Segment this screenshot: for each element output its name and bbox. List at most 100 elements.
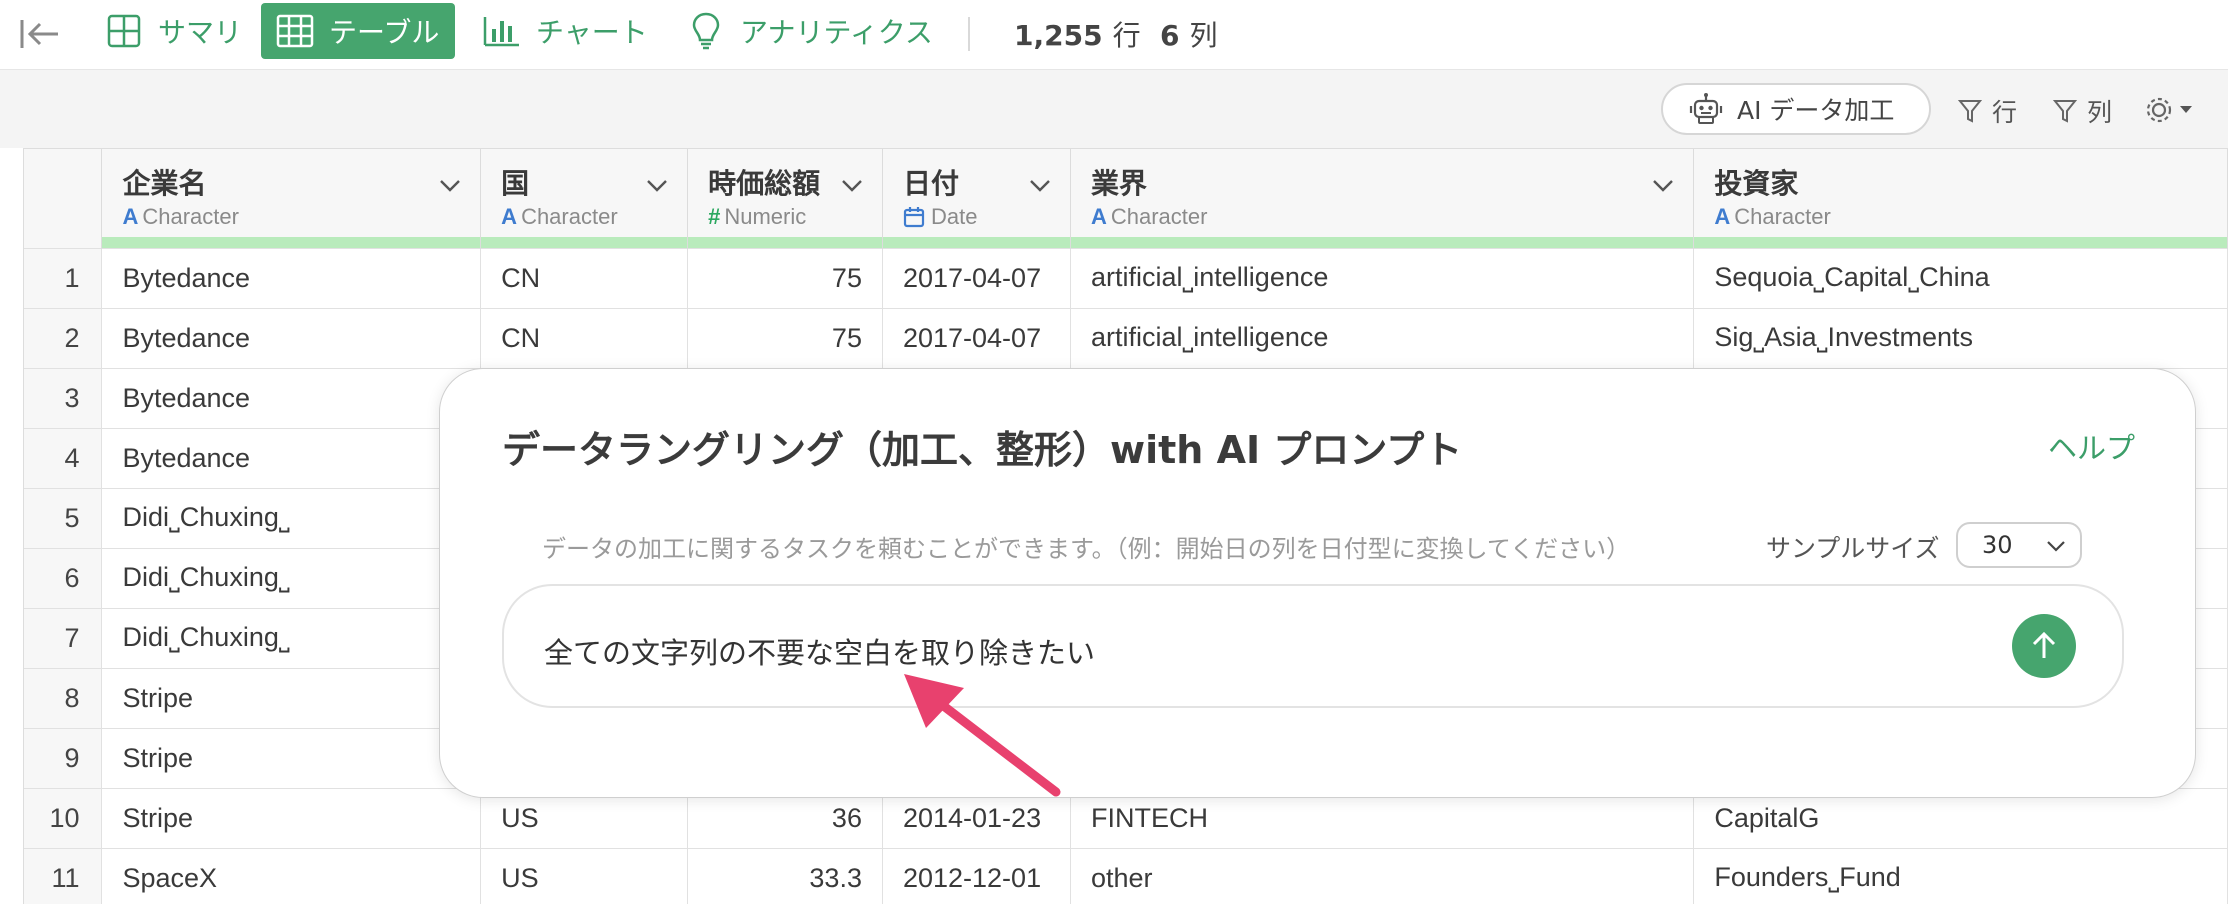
row-number: 1 bbox=[24, 247, 103, 308]
data-quality-bar bbox=[1694, 236, 2227, 248]
column-header-date[interactable]: 日付 Date bbox=[882, 149, 1071, 248]
country-cell[interactable]: CN bbox=[480, 247, 689, 308]
table-row: 1 Bytedance CN 75 2017-04-07 artificial⎵intel… bbox=[24, 247, 2228, 308]
data-quality-bar bbox=[481, 236, 688, 248]
data-quality-bar bbox=[882, 236, 1070, 248]
settings-gear-icon[interactable] bbox=[2144, 94, 2202, 126]
column-name: 企業名 bbox=[122, 168, 207, 199]
tab-label: チャート bbox=[536, 16, 648, 49]
table-outline-icon bbox=[104, 11, 144, 51]
market-cap-cell[interactable]: 75 bbox=[687, 307, 883, 368]
investor-cell[interactable]: Founders⎵Fund bbox=[1693, 847, 2228, 904]
chevron-down-icon[interactable] bbox=[1651, 175, 1675, 195]
column-type-label: Character bbox=[1110, 204, 1208, 229]
column-count-unit: 列 bbox=[1189, 19, 1218, 52]
tab-label: サマリ bbox=[158, 16, 243, 49]
column-count-value: 6 bbox=[1160, 19, 1180, 52]
column-type-label: Date bbox=[930, 204, 978, 229]
company-cell[interactable]: Bytedance bbox=[101, 307, 482, 368]
row-number: 11 bbox=[24, 847, 103, 904]
company-cell[interactable]: Bytedance bbox=[101, 247, 482, 308]
tab-analytics[interactable]: アナリティクス bbox=[672, 3, 945, 59]
industry-cell[interactable]: artificial⎵intelligence bbox=[1070, 247, 1695, 308]
column-type: A Character bbox=[122, 204, 460, 230]
row-number: 7 bbox=[24, 607, 103, 668]
company-cell[interactable]: Didi⎵Chuxing⎵ bbox=[101, 607, 482, 668]
industry-cell[interactable]: artificial⎵intelligence bbox=[1070, 307, 1695, 368]
row-number: 2 bbox=[24, 307, 103, 368]
table-row: 11 SpaceX US 33.3 2012-12-01 other Founders⎵Fu… bbox=[24, 847, 2228, 904]
row-number-header bbox=[24, 149, 103, 248]
country-cell[interactable]: US bbox=[480, 847, 689, 904]
character-type-icon: A bbox=[122, 204, 139, 229]
calendar-icon bbox=[903, 207, 925, 228]
company-cell[interactable]: Didi⎵Chuxing⎵ bbox=[101, 547, 482, 608]
investor-cell[interactable]: Sequoia⎵Capital⎵China bbox=[1693, 247, 2228, 308]
chevron-down-icon[interactable] bbox=[645, 175, 669, 195]
column-type-label: Character bbox=[521, 204, 618, 229]
divider bbox=[968, 17, 970, 51]
column-type: A Character bbox=[1714, 204, 2207, 230]
help-link[interactable]: ヘルプ bbox=[2048, 425, 2135, 467]
arrow-up-icon bbox=[2032, 631, 2056, 658]
date-cell[interactable]: 2017-04-07 bbox=[882, 247, 1071, 308]
filter-icon bbox=[2053, 100, 2077, 123]
column-header-investor[interactable]: 投資家 A Character bbox=[1693, 149, 2228, 248]
top-bar: サマリ テーブル チャート アナリティクス 1,255 行 6列 bbox=[0, 0, 2228, 70]
date-cell[interactable]: 2017-04-07 bbox=[882, 307, 1071, 368]
column-header-industry[interactable]: 業界 A Character bbox=[1070, 149, 1695, 248]
chevron-down-icon[interactable] bbox=[1028, 175, 1052, 195]
lightbulb-icon bbox=[686, 11, 726, 51]
industry-cell[interactable]: other bbox=[1070, 847, 1695, 904]
column-name: 国 bbox=[501, 168, 530, 199]
ai-button-label: AI データ加工 bbox=[1737, 96, 1895, 125]
chevron-down-icon[interactable] bbox=[840, 175, 864, 195]
ai-data-wrangling-button[interactable]: AI データ加工 bbox=[1661, 83, 1931, 135]
column-type: A Character bbox=[1091, 204, 1673, 230]
row-number: 4 bbox=[24, 427, 103, 488]
row-number: 3 bbox=[24, 367, 103, 428]
column-type-label: Character bbox=[142, 204, 239, 229]
character-type-icon: A bbox=[1090, 204, 1107, 229]
column-header-country[interactable]: 国 A Character bbox=[480, 149, 689, 248]
column-header-market-cap[interactable]: 時価総額 # Numeric bbox=[687, 149, 883, 248]
numeric-type-icon: # bbox=[708, 204, 721, 229]
row-number: 9 bbox=[24, 727, 103, 788]
country-cell[interactable]: CN bbox=[480, 307, 689, 368]
send-button[interactable] bbox=[2012, 614, 2076, 678]
chevron-down-icon[interactable] bbox=[438, 175, 462, 195]
data-quality-bar bbox=[1070, 236, 1694, 248]
tab-table[interactable]: テーブル bbox=[261, 3, 455, 59]
table-row: 2 Bytedance CN 75 2017-04-07 artificial⎵intel… bbox=[24, 307, 2228, 368]
column-name: 投資家 bbox=[1714, 168, 1799, 199]
sample-size-select[interactable]: 30 bbox=[1956, 522, 2082, 568]
date-cell[interactable]: 2012-12-01 bbox=[882, 847, 1071, 904]
column-count: 6列 bbox=[1160, 14, 1218, 54]
column-type: # Numeric bbox=[708, 204, 862, 230]
column-name: 時価総額 bbox=[708, 168, 821, 199]
prompt-input[interactable]: 全ての文字列の不要な空白を取り除きたい bbox=[502, 584, 2124, 708]
company-cell[interactable]: Stripe bbox=[101, 667, 482, 728]
company-cell[interactable]: Bytedance bbox=[101, 367, 482, 428]
tab-summary[interactable]: サマリ bbox=[90, 3, 254, 59]
collapse-panel-icon[interactable] bbox=[18, 14, 62, 54]
filter-columns-button[interactable]: 列 bbox=[2053, 93, 2112, 129]
chevron-down-icon bbox=[2047, 541, 2065, 552]
company-cell[interactable]: SpaceX bbox=[101, 847, 482, 904]
market-cap-cell[interactable]: 33.3 bbox=[687, 847, 883, 904]
ai-prompt-dialog: データラングリング（加工、整形）with AI プロンプト ヘルプ データの加工… bbox=[439, 368, 2196, 798]
row-number: 6 bbox=[24, 547, 103, 608]
dialog-description: データの加工に関するタスクを頼むことができます。（例：開始日の列を日付型に変換し… bbox=[542, 535, 1631, 563]
filter-rows-button[interactable]: 行 bbox=[1958, 93, 2017, 129]
filter-rows-label: 行 bbox=[1992, 98, 2018, 127]
column-type-label: Character bbox=[1734, 204, 1831, 229]
tab-chart[interactable]: チャート bbox=[468, 3, 660, 59]
company-cell[interactable]: Stripe bbox=[101, 787, 482, 848]
investor-cell[interactable]: Sig⎵Asia⎵Investments bbox=[1693, 307, 2228, 368]
market-cap-cell[interactable]: 75 bbox=[687, 247, 883, 308]
company-cell[interactable]: Stripe bbox=[101, 727, 482, 788]
company-cell[interactable]: Bytedance bbox=[101, 427, 482, 488]
robot-icon bbox=[1689, 92, 1723, 126]
company-cell[interactable]: Didi⎵Chuxing⎵ bbox=[101, 487, 482, 548]
column-header-company[interactable]: 企業名 A Character bbox=[101, 149, 482, 248]
